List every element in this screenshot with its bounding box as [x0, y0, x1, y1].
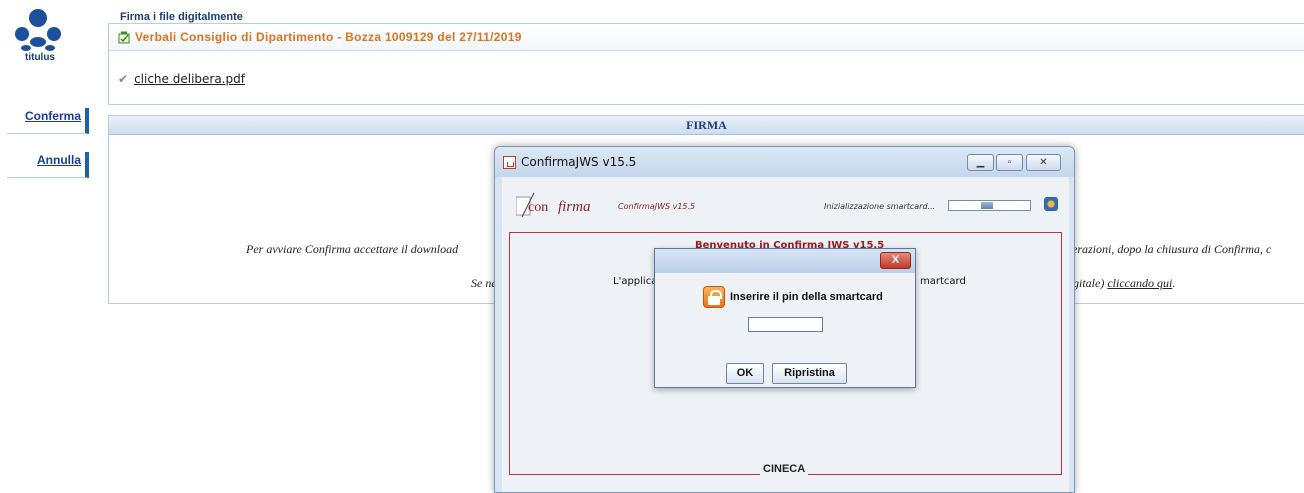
- init-progress-bar: [948, 200, 1031, 211]
- firma-line2-left: Se ne: [471, 276, 497, 290]
- maximize-button[interactable]: ▫: [996, 154, 1023, 171]
- firma-line2-text: gitale): [1073, 276, 1105, 290]
- pin-input[interactable]: [748, 317, 823, 332]
- document-title: Verbali Consiglio di Dipartimento - Bozz…: [135, 30, 522, 44]
- pin-dialog-titlebar[interactable]: X: [655, 249, 915, 273]
- page-title: Firma i file digitalmente: [120, 11, 243, 23]
- reset-button[interactable]: Ripristina: [772, 363, 847, 384]
- close-dialog-button[interactable]: X: [880, 252, 911, 269]
- document-header: Verbali Consiglio di Dipartimento - Bozz…: [109, 24, 1304, 51]
- window-title: ConfirmaJWS v15.5: [521, 155, 637, 169]
- frame-line-left: L'applica: [613, 276, 658, 287]
- java-cup-icon: [503, 156, 516, 169]
- checkbox-icon[interactable]: ✔: [118, 72, 128, 86]
- lock-icon: [703, 286, 725, 308]
- firma-line2-end: .: [1172, 276, 1176, 290]
- firma-line2-right: gitale) cliccando qui.: [1073, 276, 1175, 291]
- click-here-link[interactable]: cliccando qui: [1107, 276, 1172, 290]
- close-window-button[interactable]: ✕: [1026, 154, 1061, 171]
- firma-header: FIRMA: [109, 116, 1304, 135]
- cineca-footer: CINECA: [760, 463, 809, 475]
- firma-line1-left: Per avviare Confirma accettare il downlo…: [246, 242, 459, 256]
- frame-line-right: martcard: [920, 276, 966, 287]
- document-panel: Verbali Consiglio di Dipartimento - Bozz…: [108, 23, 1304, 105]
- confirm-button[interactable]: Conferma: [7, 108, 89, 134]
- file-row: ✔ cliche delibera.pdf: [118, 72, 245, 86]
- document-sign-icon: [118, 31, 130, 43]
- confirma-logo-icon: con firma: [516, 192, 591, 218]
- window-titlebar[interactable]: ConfirmaJWS v15.5 ▁ ▫ ✕: [495, 147, 1074, 177]
- file-link[interactable]: cliche delibera.pdf: [134, 72, 245, 86]
- init-status-label: Inizializzazione smartcard...: [824, 202, 936, 211]
- pin-dialog: X Inserire il pin della smartcard OK Rip…: [654, 248, 916, 388]
- logo-text: titulus: [25, 52, 55, 63]
- version-label: ConfirmaJWS v15.5: [618, 202, 696, 211]
- progress-fill: [981, 202, 993, 209]
- logo-firma: firma: [558, 199, 591, 215]
- settings-icon[interactable]: [1044, 197, 1058, 211]
- ok-button[interactable]: OK: [726, 363, 764, 384]
- logo-con: con: [528, 200, 548, 215]
- firma-line1-right: erazioni, dopo la chiusura di Confirma, …: [1072, 242, 1272, 256]
- cancel-button[interactable]: Annulla: [7, 152, 89, 178]
- pin-prompt: Inserire il pin della smartcard: [730, 291, 883, 303]
- minimize-button[interactable]: ▁: [967, 154, 994, 171]
